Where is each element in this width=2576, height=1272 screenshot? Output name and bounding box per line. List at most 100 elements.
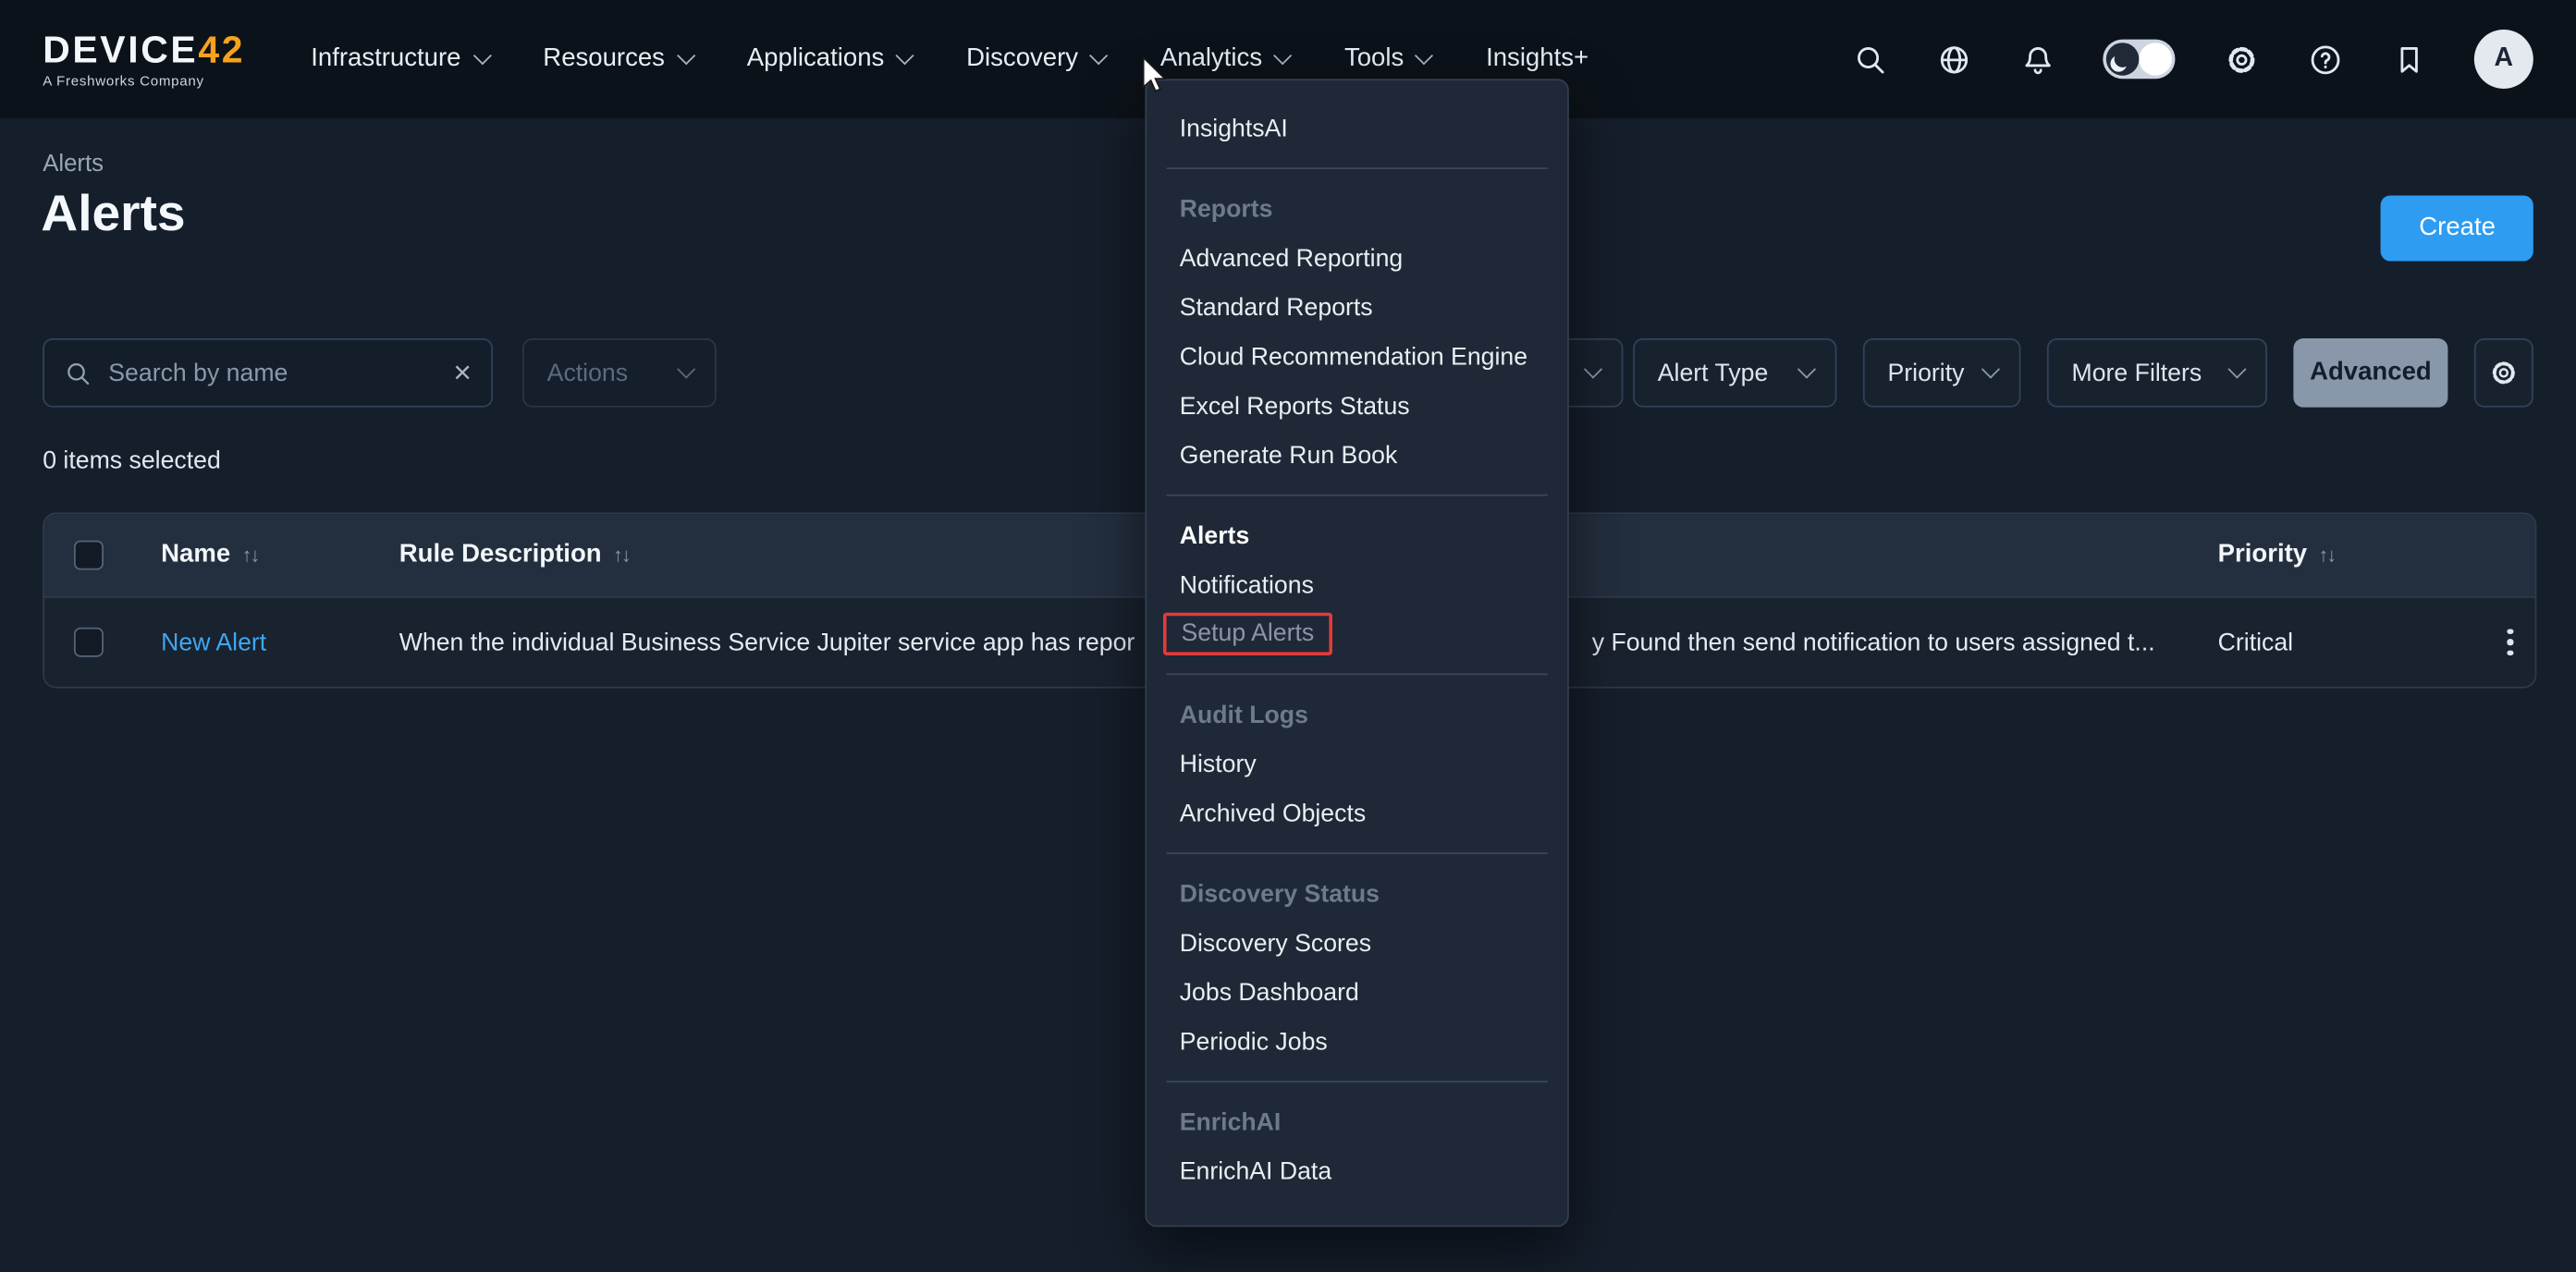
theme-toggle[interactable] (2103, 40, 2175, 80)
menu-section-header-alerts: Alerts (1147, 511, 1567, 560)
nav-item-discovery[interactable]: Discovery (966, 44, 1104, 74)
clear-search-icon[interactable]: × (453, 357, 472, 388)
menu-section-header-reports: Reports (1147, 184, 1567, 233)
nav-item-infrastructure[interactable]: Infrastructure (311, 44, 487, 74)
advanced-button[interactable]: Advanced (2293, 338, 2447, 408)
chevron-down-icon (896, 46, 914, 65)
create-button[interactable]: Create (2381, 195, 2533, 261)
nav-item-applications[interactable]: Applications (747, 44, 911, 74)
nav-item-label: Applications (747, 44, 885, 74)
chevron-down-icon (1797, 361, 1816, 379)
menu-item-discovery-scores[interactable]: Discovery Scores (1147, 918, 1567, 967)
menu-section-header-discovery-status: Discovery Status (1147, 869, 1567, 918)
menu-item-insightsai[interactable]: InsightsAI (1147, 104, 1567, 153)
search-input[interactable] (105, 357, 440, 388)
column-header-rule-description[interactable]: Rule Description↑↓ (399, 514, 630, 596)
gear-icon (2489, 358, 2519, 387)
globe-icon[interactable] (1935, 41, 1971, 77)
search-icon[interactable] (1851, 41, 1887, 77)
chevron-down-icon (1090, 46, 1109, 65)
menu-item-enrichai-data[interactable]: EnrichAI Data (1147, 1146, 1567, 1195)
filter-chip-more-filters[interactable]: More Filters (2047, 338, 2267, 408)
menu-item-generate-run-book[interactable]: Generate Run Book (1147, 431, 1567, 480)
device42-app: DEVICE42 A Freshworks Company Infrastruc… (0, 0, 2576, 1271)
chevron-down-icon (472, 46, 491, 65)
nav-item-label: Analytics (1160, 44, 1262, 74)
actions-label: Actions (547, 359, 628, 386)
rule-description-left: When the individual Business Service Jup… (399, 598, 1135, 687)
avatar[interactable]: A (2474, 30, 2533, 89)
toggle-knob (2139, 43, 2172, 76)
menu-divider (1167, 1081, 1548, 1082)
actions-dropdown[interactable]: Actions (522, 338, 717, 408)
nav-item-resources[interactable]: Resources (543, 44, 691, 74)
chevron-down-icon (1274, 46, 1293, 65)
menu-item-standard-reports[interactable]: Standard Reports (1147, 283, 1567, 332)
menu-item-archived-objects[interactable]: Archived Objects (1147, 789, 1567, 838)
menu-divider (1167, 495, 1548, 496)
filter-chip-label: Priority (1888, 359, 1965, 386)
chevron-down-icon (677, 361, 695, 379)
chevron-down-icon (1981, 361, 2000, 379)
chevron-down-icon (1584, 361, 1602, 379)
sort-icon: ↑↓ (613, 544, 630, 567)
column-header-priority[interactable]: Priority↑↓ (2218, 514, 2336, 596)
menu-item-advanced-reporting[interactable]: Advanced Reporting (1147, 233, 1567, 282)
menu-item-notifications[interactable]: Notifications (1147, 560, 1567, 609)
device42-logo[interactable]: DEVICE42 A Freshworks Company (43, 30, 245, 89)
rule-description-right: y Found then send notification to users … (1592, 598, 2155, 687)
row-actions-kebab[interactable] (2485, 598, 2534, 687)
nav-item-label: Insights+ (1486, 44, 1589, 74)
nav-item-insights[interactable]: Insights+ (1486, 44, 1589, 74)
breadcrumb[interactable]: Alerts (43, 151, 104, 177)
moon-icon (2106, 43, 2140, 76)
nav-item-label: Tools (1344, 44, 1404, 74)
nav-item-label: Resources (543, 44, 665, 74)
page-title: Alerts (41, 184, 185, 243)
bell-icon[interactable] (2019, 41, 2055, 77)
chevron-down-icon (2227, 361, 2246, 379)
menu-item-jobs-dashboard[interactable]: Jobs Dashboard (1147, 968, 1567, 1017)
navbar-icons: A (1851, 30, 2533, 89)
selection-status: 0 items selected (43, 446, 221, 474)
analytics-menu: InsightsAI ReportsAdvanced ReportingStand… (1145, 79, 1568, 1227)
nav-item-label: Infrastructure (311, 44, 460, 74)
menu-divider (1167, 167, 1548, 169)
priority-value: Critical (2218, 598, 2293, 687)
bookmark-icon[interactable] (2390, 41, 2426, 77)
menu-divider (1167, 852, 1548, 854)
filter-chip-priority[interactable]: Priority (1863, 338, 2021, 408)
menu-section-header-enrichai: EnrichAI (1147, 1097, 1567, 1146)
menu-item-history[interactable]: History (1147, 740, 1567, 789)
row-checkbox[interactable] (74, 628, 104, 657)
main-nav: Infrastructure Resources Applications Disco… (311, 44, 1589, 74)
column-header-name[interactable]: Name↑↓ (161, 514, 258, 596)
sort-icon: ↑↓ (242, 544, 259, 567)
logo-text: DEVICE42 (43, 30, 245, 69)
menu-item-excel-reports-status[interactable]: Excel Reports Status (1147, 381, 1567, 430)
select-all-checkbox[interactable] (74, 541, 104, 570)
menu-item-periodic-jobs[interactable]: Periodic Jobs (1147, 1017, 1567, 1066)
annotation-highlight-box: Setup Alerts (1163, 613, 1332, 655)
nav-item-analytics[interactable]: Analytics (1160, 44, 1289, 74)
nav-item-tools[interactable]: Tools (1344, 44, 1430, 74)
alert-name-link[interactable]: New Alert (161, 598, 266, 687)
sort-icon: ↑↓ (2319, 544, 2336, 567)
filter-chip-label: Alert Type (1658, 359, 1769, 386)
menu-section-header-audit-logs: Audit Logs (1147, 690, 1567, 739)
menu-item-setup-alerts[interactable]: Setup Alerts (1147, 609, 1567, 658)
nav-item-label: Discovery (966, 44, 1078, 74)
help-icon[interactable] (2307, 41, 2343, 77)
filter-chip-label: More Filters (2072, 359, 2202, 386)
gear-icon[interactable] (2223, 41, 2259, 77)
logo-accent: 42 (198, 28, 245, 70)
menu-item-cloud-recommendation-engine[interactable]: Cloud Recommendation Engine (1147, 332, 1567, 381)
search-icon (64, 359, 92, 386)
menu-divider (1167, 673, 1548, 675)
table-settings-button[interactable] (2474, 338, 2533, 408)
chevron-down-icon (676, 46, 694, 65)
filter-chip-alert-type[interactable]: Alert Type (1633, 338, 1836, 408)
search-box[interactable]: × (43, 338, 493, 408)
logo-tagline: A Freshworks Company (43, 72, 245, 89)
chevron-down-icon (1416, 46, 1434, 65)
